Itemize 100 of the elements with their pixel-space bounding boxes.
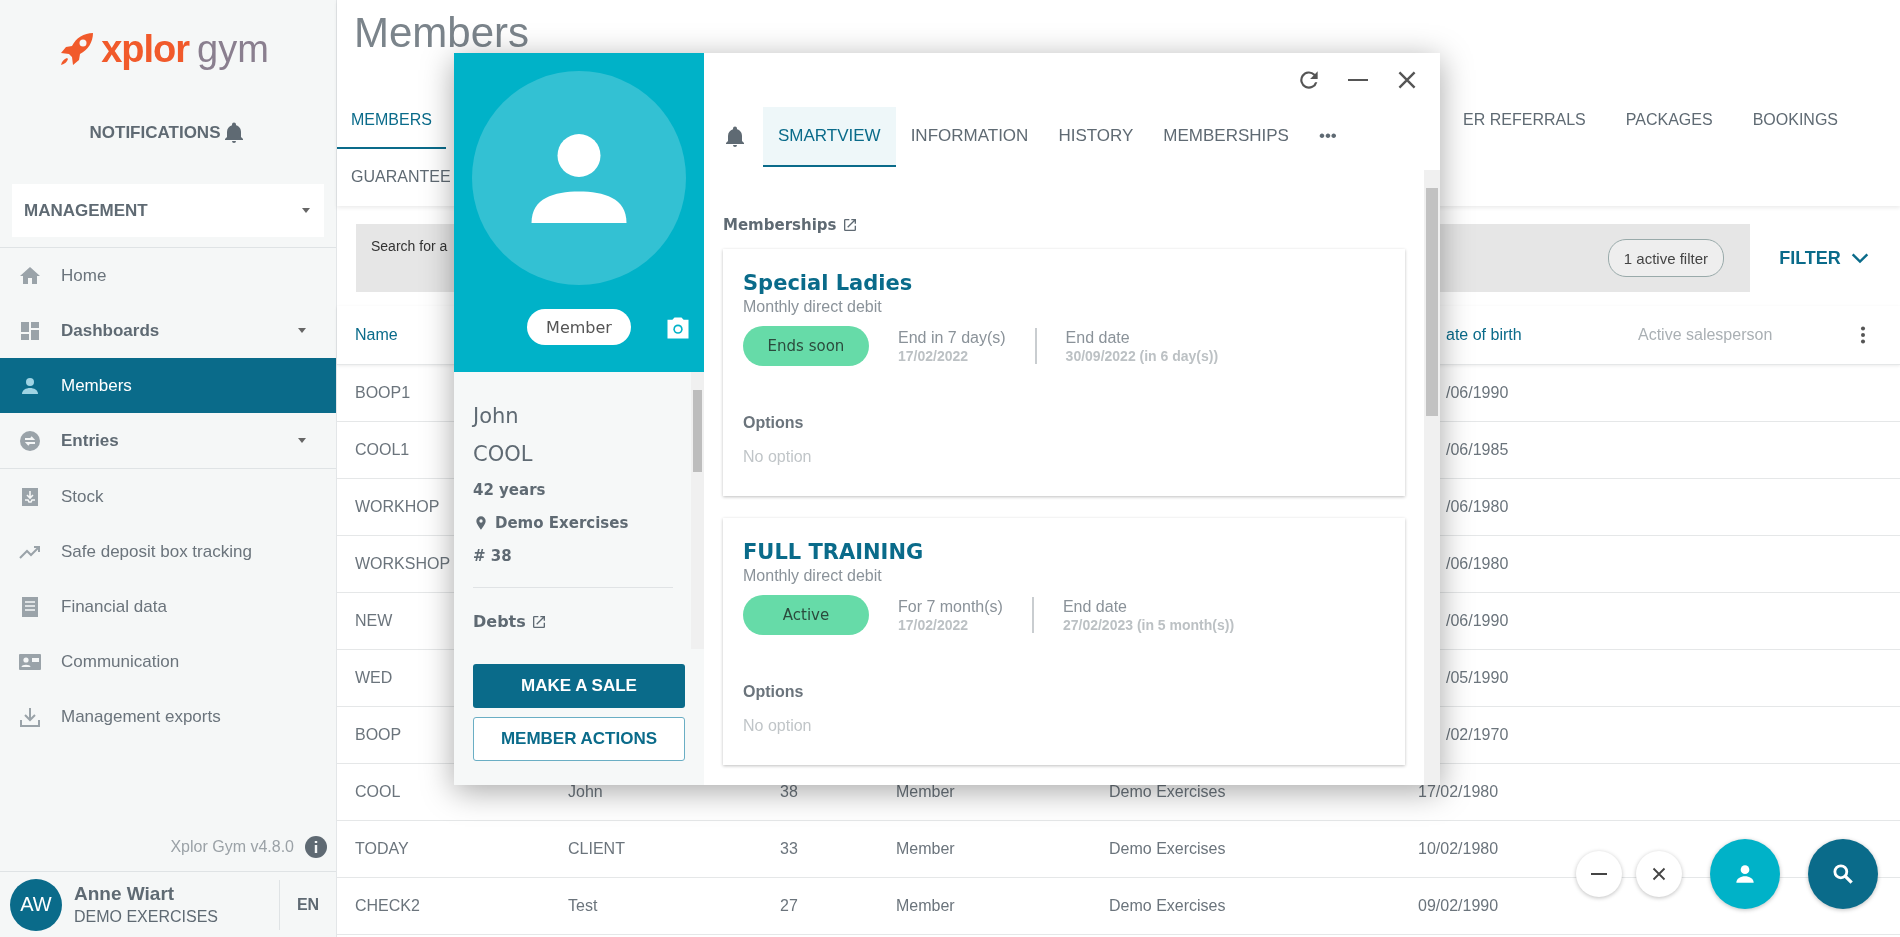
filter-button[interactable]: FILTER [1750, 247, 1900, 269]
table-cell: Demo Exercises [1109, 783, 1226, 801]
table-cell: WORKHOP [355, 498, 440, 516]
table-cell: WED [355, 669, 393, 687]
caret-icon [298, 438, 306, 443]
nav-item[interactable]: Stock [0, 469, 336, 524]
table-cell: 38 [780, 783, 798, 801]
table-cell: Test [568, 897, 598, 915]
tab[interactable]: INFORMATION [895, 107, 1044, 167]
section-title: Memberships [723, 216, 837, 234]
column-header[interactable]: Name [355, 326, 398, 344]
table-cell: /06/1980 [1446, 498, 1509, 516]
user-club: DEMO EXERCISES [74, 908, 220, 926]
table-cell: BOOP1 [355, 384, 411, 402]
end-date-label: End date [1062, 597, 1128, 616]
tab[interactable]: HISTORY [1043, 107, 1149, 167]
nav-item[interactable]: Safe deposit box tracking [0, 524, 336, 579]
table-cell: COOL1 [355, 441, 410, 459]
tab[interactable]: SMARTVIEW [763, 107, 896, 167]
table-cell: COOL [355, 783, 401, 801]
status-pill: Active [743, 595, 869, 635]
table-cell: CLIENT [568, 840, 625, 858]
tab[interactable]: ••• [1303, 107, 1352, 167]
external-link-icon [842, 217, 859, 233]
table-cell: /05/1990 [1446, 669, 1509, 687]
membership-name: Special Ladies [743, 271, 914, 295]
tab[interactable]: GUARANTEE [337, 149, 451, 206]
scrollbar[interactable] [691, 372, 704, 649]
member-age: 42 years [473, 481, 547, 499]
member-club: Demo Exercises [495, 514, 629, 532]
nav-item[interactable]: Management exports [0, 689, 336, 744]
table-cell: TODAY [355, 840, 409, 858]
table-cell: Demo Exercises [1109, 840, 1226, 858]
tab[interactable]: PACKAGES [1611, 92, 1727, 149]
version-label: Xplor Gym v4.8.0 [170, 838, 294, 856]
table-cell: CHECK2 [355, 897, 420, 915]
notifications-button[interactable]: NOTIFICATIONS [85, 104, 251, 162]
table-cell: 27 [780, 897, 798, 915]
nav-item[interactable]: Dashboards [0, 303, 336, 358]
location-pin-icon [473, 515, 489, 531]
minimize-icon [1591, 873, 1607, 875]
tab[interactable]: ER REFERRALS [1449, 92, 1600, 149]
table-cell: /02/1970 [1446, 726, 1509, 744]
member-first-name: John [473, 404, 520, 428]
table-cell: Member [896, 840, 955, 858]
notifications-label: NOTIFICATIONS [89, 123, 221, 143]
table-cell: 17/02/1980 [1418, 783, 1499, 801]
options-label: Options [743, 683, 805, 701]
membership-name: FULL TRAINING [743, 540, 925, 564]
section-select[interactable]: MANAGEMENT [12, 184, 324, 237]
column-header[interactable]: ate of birth [1446, 326, 1522, 344]
status-pill: Ends soon [743, 326, 869, 366]
start-date: 17/02/2022 [898, 347, 970, 364]
table-cell: Member [896, 897, 955, 915]
table-cell: NEW [355, 612, 393, 630]
scrollbar[interactable] [1426, 188, 1438, 416]
logo: xplor gym [0, 4, 326, 94]
nav-item[interactable]: Communication [0, 634, 336, 689]
duration-text: End in 7 day(s) [898, 328, 1006, 347]
end-date: 27/02/2023 (in 5 month(s)) [1062, 616, 1235, 633]
table-cell: /06/1990 [1446, 384, 1509, 402]
table-cell: John [568, 783, 603, 801]
info-icon [304, 835, 328, 859]
more-vertical-icon [1860, 324, 1866, 346]
table-cell: /06/1985 [1446, 441, 1509, 459]
minimize-icon [1348, 79, 1368, 81]
table-cell: Demo Exercises [1109, 897, 1226, 915]
member-last-name: COOL [473, 442, 534, 466]
make-sale-button[interactable]: MAKE A SALE [473, 664, 685, 708]
options-text: No option [743, 717, 813, 735]
active-filter-chip[interactable]: 1 active filter [1607, 239, 1724, 277]
options-text: No option [743, 448, 813, 466]
swap-icon [18, 428, 42, 453]
nav-item[interactable]: Members [0, 358, 336, 413]
user-name: Anne Wiart [74, 883, 176, 905]
user-avatar[interactable]: AW [10, 878, 62, 931]
table-cell: WORKSHOP [355, 555, 451, 573]
tab[interactable]: MEMBERS [337, 92, 446, 149]
language-button[interactable]: EN [279, 879, 336, 930]
bell-icon [723, 125, 747, 149]
nav-item[interactable]: Financial data [0, 579, 336, 634]
tab[interactable]: BOOKINGS [1738, 92, 1852, 149]
table-cell: 10/02/1980 [1418, 840, 1499, 858]
nav-item[interactable]: Home [0, 248, 336, 303]
start-date: 17/02/2022 [898, 616, 970, 633]
table-cell: 09/02/1990 [1418, 897, 1499, 915]
external-link-icon [530, 613, 547, 630]
table-cell: 33 [780, 840, 798, 858]
member-badge: Member [527, 309, 631, 345]
end-date-label: End date [1065, 328, 1131, 347]
duration-text: For 7 month(s) [898, 597, 1003, 616]
tab[interactable]: MEMBERSHIPS [1148, 107, 1304, 167]
debts-link[interactable]: Debts [473, 612, 526, 631]
nav-item[interactable]: Entries [0, 413, 336, 468]
section-select-value: MANAGEMENT [24, 200, 148, 221]
table-cell: Member [896, 783, 955, 801]
payment-type: Monthly direct debit [743, 567, 883, 585]
member-actions-button[interactable]: MEMBER ACTIONS [473, 717, 685, 761]
caret-icon [298, 328, 306, 333]
caret-icon [302, 208, 310, 213]
